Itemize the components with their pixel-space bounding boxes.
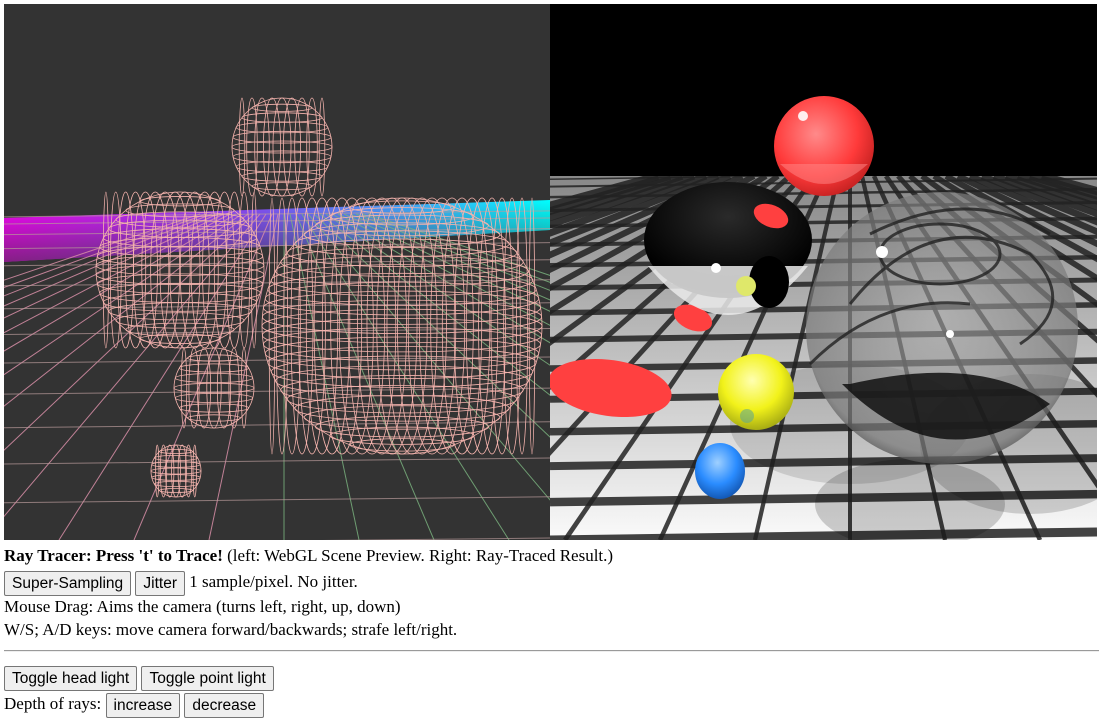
light-controls: Toggle head light Toggle point light	[4, 664, 274, 691]
depth-label: Depth of rays:	[4, 694, 106, 713]
ray-traced-canvas[interactable]	[550, 4, 1097, 540]
sample-status-text: 1 sample/pixel. No jitter.	[189, 572, 358, 591]
blue-sphere	[695, 443, 745, 499]
webgl-preview-canvas[interactable]	[4, 4, 550, 540]
title-description: (left: WebGL Scene Preview. Right: Ray-T…	[222, 546, 614, 565]
canvas-container	[4, 4, 1097, 540]
decrease-depth-button[interactable]: decrease	[184, 692, 265, 718]
increase-depth-button[interactable]: increase	[105, 692, 181, 718]
key-instructions: W/S; A/D keys: move camera forward/backw…	[4, 620, 458, 639]
page-title: Ray Tracer: Press 't' to Trace!	[4, 546, 223, 565]
sampling-controls: Super-Sampling Jitter 1 sample/pixel. No…	[4, 569, 358, 596]
jitter-button[interactable]: Jitter	[135, 570, 185, 596]
toggle-head-light-button[interactable]: Toggle head light	[4, 665, 138, 691]
yellow-sphere	[718, 354, 794, 430]
mouse-instructions: Mouse Drag: Aims the camera (turns left,…	[4, 597, 401, 616]
toggle-point-light-button[interactable]: Toggle point light	[141, 665, 274, 691]
divider	[4, 650, 1099, 652]
title-line: Ray Tracer: Press 't' to Trace! (left: W…	[4, 546, 613, 566]
depth-controls: Depth of rays: increase decrease	[4, 691, 265, 718]
super-sampling-button[interactable]: Super-Sampling	[4, 570, 132, 596]
